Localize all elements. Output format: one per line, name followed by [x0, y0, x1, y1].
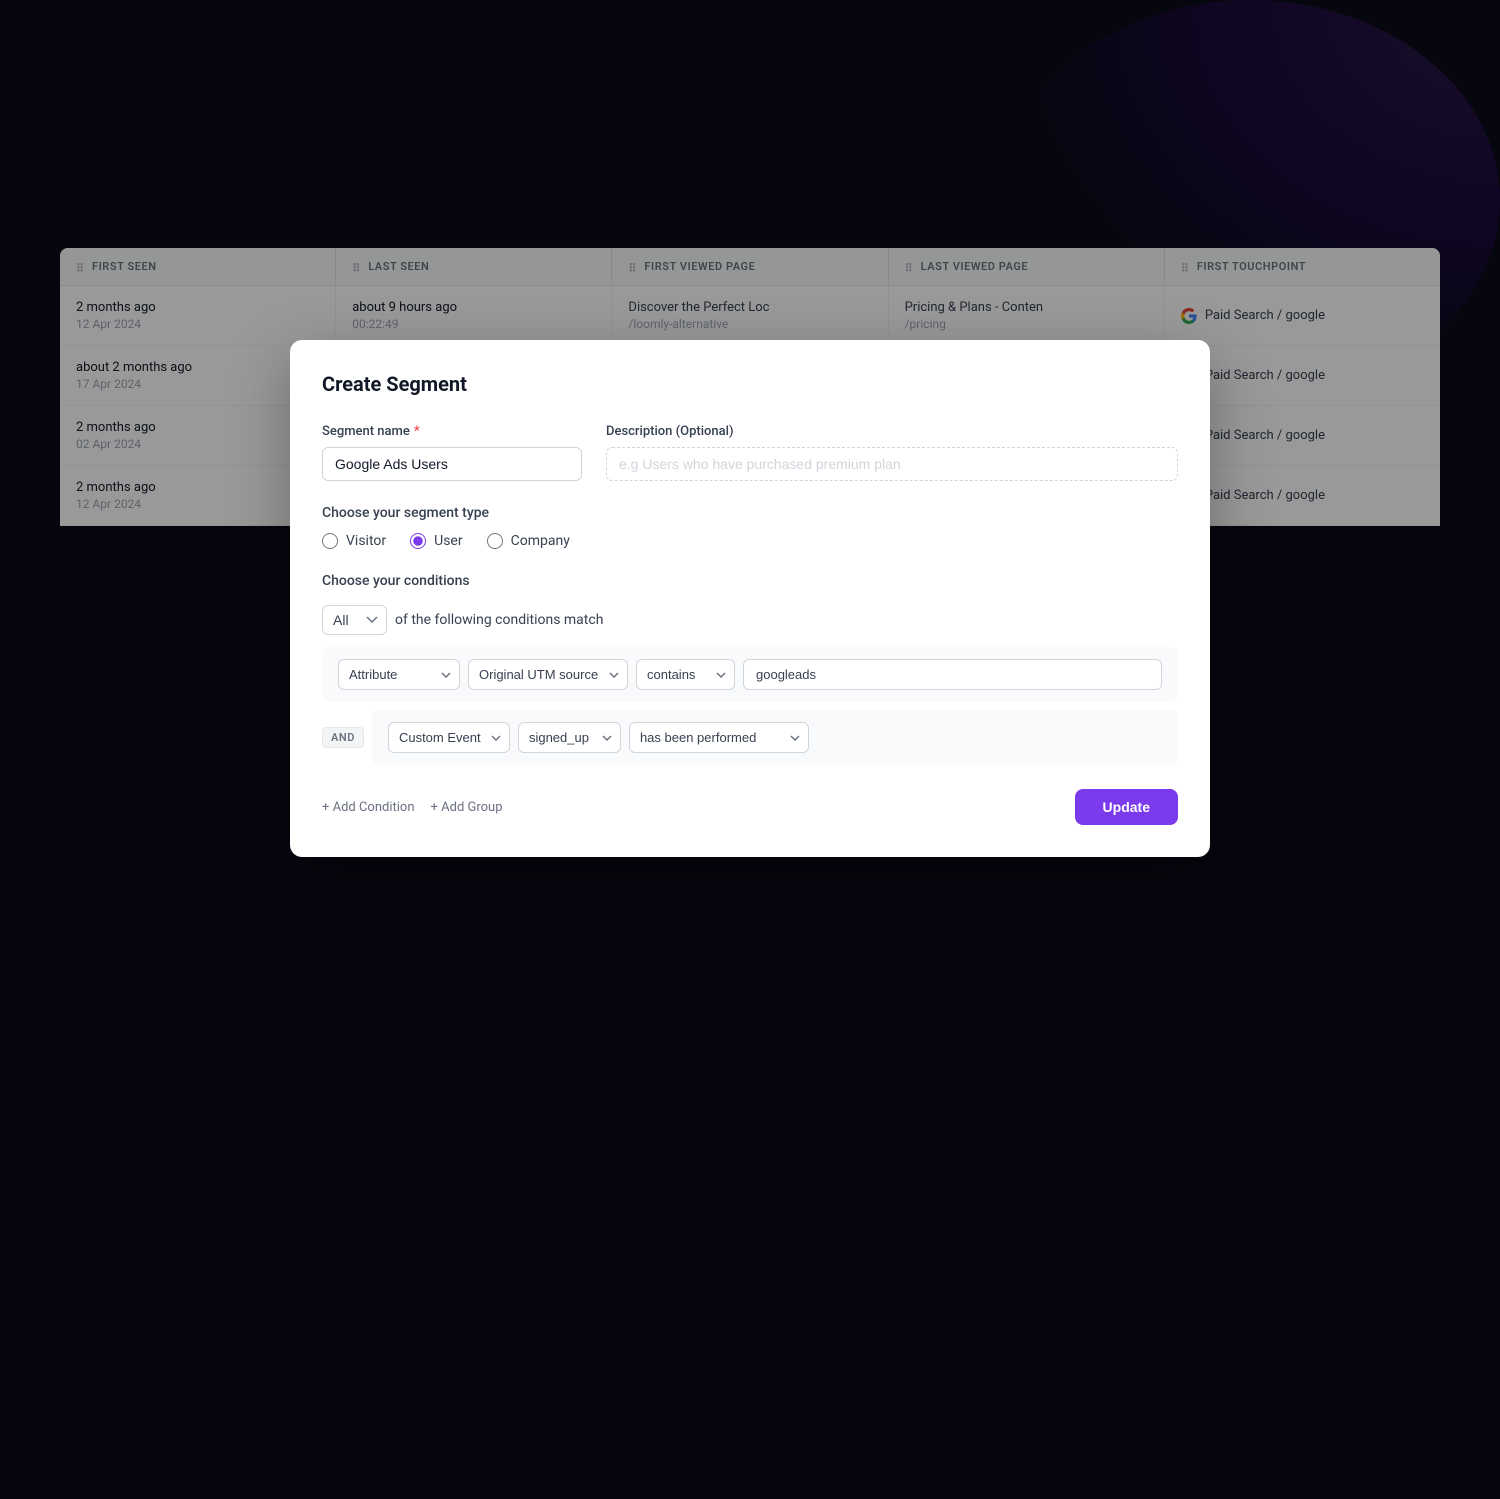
segment-type-label: Choose your segment type — [322, 505, 1178, 521]
conditions-header: Choose your conditions — [322, 573, 1178, 589]
condition1-type-select[interactable]: Attribute Custom Event Page View — [338, 659, 460, 690]
segment-name-label: Segment name * — [322, 424, 582, 439]
condition-line-2: Custom Event Attribute Page View signed_… — [372, 710, 1178, 765]
segment-name-group: Segment name * — [322, 424, 582, 481]
footer-left: + Add Condition + Add Group — [322, 800, 503, 815]
condition1-value-input[interactable] — [743, 659, 1162, 690]
condition-line-1: Attribute Custom Event Page View Origina… — [322, 647, 1178, 702]
condition1-field-select[interactable]: Original UTM source UTM campaign UTM med… — [468, 659, 628, 690]
type-visitor[interactable]: Visitor — [322, 533, 386, 549]
description-label: Description (Optional) — [606, 424, 1178, 439]
name-desc-row: Segment name * Description (Optional) — [322, 424, 1178, 481]
create-segment-modal: Create Segment Segment name * Descriptio… — [290, 340, 1210, 857]
condition2-operator-select[interactable]: has been performed has not been performe… — [629, 722, 809, 753]
type-user[interactable]: User — [410, 533, 462, 549]
and-connector: AND — [322, 727, 364, 748]
segment-name-input[interactable] — [322, 447, 582, 481]
user-radio[interactable] — [410, 533, 426, 549]
condition2-type-select[interactable]: Custom Event Attribute Page View — [388, 722, 510, 753]
description-input[interactable] — [606, 447, 1178, 481]
modal-footer: + Add Condition + Add Group Update — [322, 789, 1178, 825]
condition2-field-select[interactable]: signed_up page_view purchase — [518, 722, 621, 753]
segment-types: Visitor User Company — [322, 533, 1178, 549]
match-text: of the following conditions match — [395, 612, 603, 628]
condition-2-wrapper: AND Custom Event Attribute Page View sig… — [322, 710, 1178, 765]
visitor-radio[interactable] — [322, 533, 338, 549]
condition1-operator-select[interactable]: contains equals starts with — [636, 659, 735, 690]
update-button[interactable]: Update — [1075, 789, 1178, 825]
add-condition-link[interactable]: + Add Condition — [322, 800, 415, 815]
match-select[interactable]: All Any — [322, 605, 387, 635]
modal-title: Create Segment — [322, 372, 1178, 396]
company-radio[interactable] — [487, 533, 503, 549]
description-group: Description (Optional) — [606, 424, 1178, 481]
add-group-link[interactable]: + Add Group — [431, 800, 503, 815]
type-company[interactable]: Company — [487, 533, 570, 549]
required-indicator: * — [414, 424, 420, 439]
modal-overlay: Create Segment Segment name * Descriptio… — [0, 0, 1500, 1499]
match-row: All Any of the following conditions matc… — [322, 605, 1178, 635]
